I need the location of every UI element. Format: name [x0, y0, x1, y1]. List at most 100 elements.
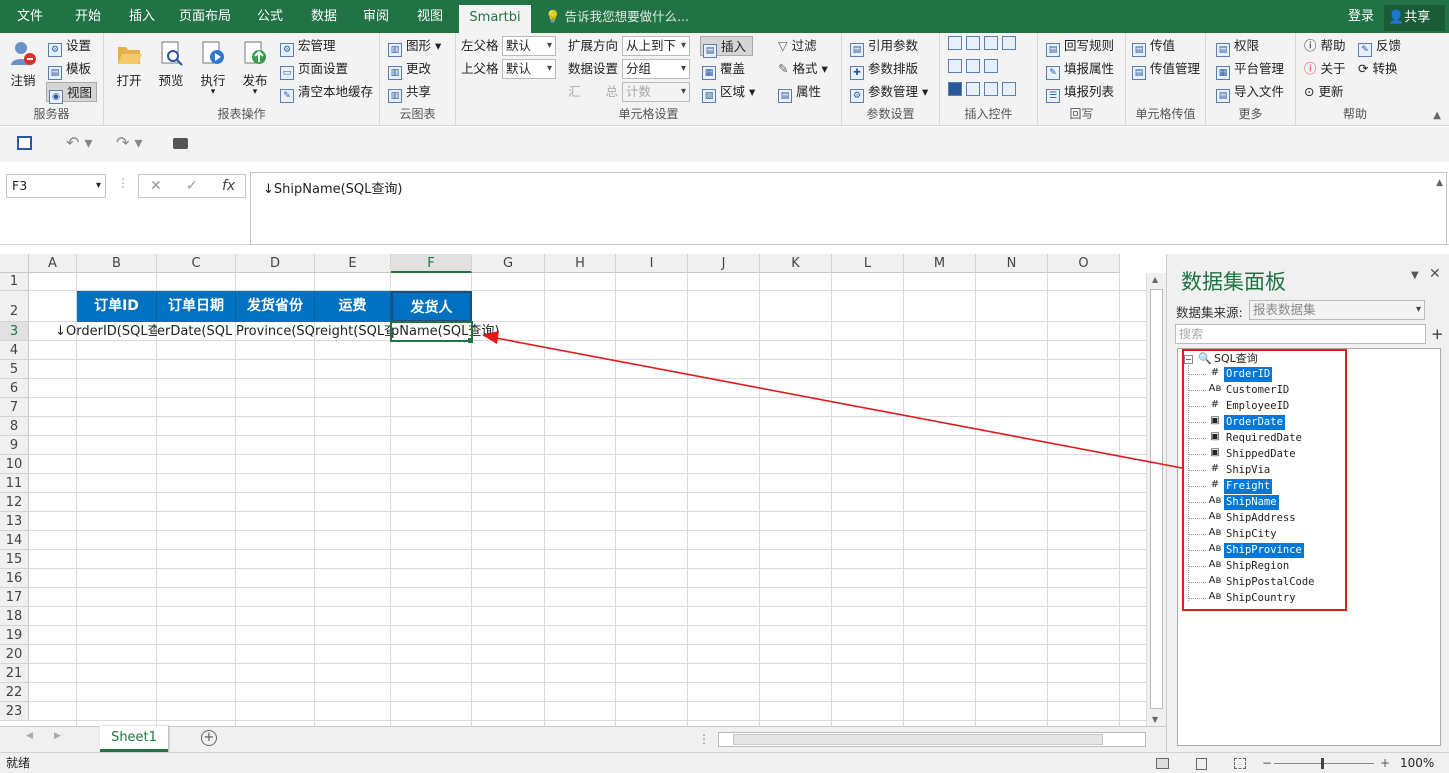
tab-insert[interactable]: 插入: [116, 0, 168, 33]
row-header-14[interactable]: 14: [0, 531, 29, 550]
about-button[interactable]: ⓘ 关于: [1304, 59, 1346, 79]
fill-property-button[interactable]: ✎ 填报属性: [1046, 59, 1114, 80]
tab-page-layout[interactable]: 页面布局: [172, 0, 238, 33]
cancel-icon[interactable]: ✕: [150, 175, 162, 197]
image-control-icon[interactable]: [984, 59, 998, 73]
scroll-down-icon[interactable]: ▼: [1152, 715, 1158, 724]
table-control-icon[interactable]: [948, 59, 962, 73]
page-setup-button[interactable]: ▭ 页面设置: [280, 59, 348, 80]
tab-file[interactable]: 文件: [8, 0, 52, 33]
formula-input[interactable]: ↓ShipName(SQL查询): [250, 172, 1447, 245]
text-control-icon[interactable]: [966, 59, 980, 73]
button-control-icon[interactable]: [1002, 82, 1016, 96]
radio-control-icon[interactable]: [966, 82, 980, 96]
update-button[interactable]: ⊙ 更新: [1304, 82, 1343, 102]
param-layout-button[interactable]: ✚ 参数排版: [850, 59, 918, 80]
row-header-15[interactable]: 15: [0, 550, 29, 569]
source-select[interactable]: 报表数据集: [1249, 300, 1425, 320]
collapse-ribbon-icon[interactable]: ▲: [1433, 110, 1441, 121]
platform-manage-button[interactable]: ▦ 平台管理: [1216, 59, 1284, 80]
h-scroll-thumb[interactable]: [733, 734, 1103, 745]
dataset-field-tree[interactable]: − 🔍 SQL查询 # OrderID Aʙ CustomerID # EmployeeI…: [1177, 348, 1441, 746]
data-setting-select[interactable]: 分组: [622, 59, 690, 79]
column-header-a[interactable]: A: [29, 254, 77, 273]
share-chart-button[interactable]: ▥ 共享: [388, 82, 431, 103]
zoom-slider[interactable]: [1274, 763, 1374, 764]
zoom-level[interactable]: 100%: [1400, 753, 1434, 773]
zoom-in-icon[interactable]: +: [1380, 753, 1390, 773]
row-header-22[interactable]: 22: [0, 683, 29, 702]
column-header-n[interactable]: N: [976, 254, 1048, 273]
pass-value-manage-button[interactable]: ▤ 传值管理: [1132, 59, 1200, 80]
column-header-c[interactable]: C: [157, 254, 236, 273]
page-break-view-icon[interactable]: [1234, 758, 1246, 769]
convert-button[interactable]: ⟳ 转换: [1358, 59, 1397, 79]
scroll-thumb[interactable]: [1150, 289, 1163, 709]
confirm-icon[interactable]: ✓: [186, 175, 198, 197]
row-header-12[interactable]: 12: [0, 493, 29, 512]
save-icon[interactable]: [17, 136, 32, 150]
header-cell-freight[interactable]: 运费: [315, 291, 391, 322]
macro-button[interactable]: ⚙ 宏管理: [280, 36, 336, 57]
next-sheet-icon[interactable]: ▶: [54, 731, 61, 741]
summary-select[interactable]: 计数: [622, 82, 690, 102]
cell-d3[interactable]: Province(SQ: [236, 322, 315, 341]
row-header-1[interactable]: 1: [0, 273, 29, 291]
checkbox-control-icon[interactable]: [948, 82, 962, 96]
login-link[interactable]: 登录: [1348, 0, 1374, 34]
left-parent-select[interactable]: 默认: [502, 36, 556, 56]
writeback-rule-button[interactable]: ▤ 回写规则: [1046, 36, 1114, 57]
row-header-17[interactable]: 17: [0, 588, 29, 607]
open-button[interactable]: 打开: [112, 35, 146, 89]
cell-c3[interactable]: erDate(SQL: [157, 322, 236, 341]
cell-e3[interactable]: reight(SQL查: [315, 322, 391, 341]
column-header-f[interactable]: F: [391, 254, 472, 273]
zoom-out-icon[interactable]: −: [1262, 753, 1272, 773]
column-header-d[interactable]: D: [236, 254, 315, 273]
select-all-corner[interactable]: [0, 254, 29, 273]
format-button[interactable]: ✎ 格式 ▾: [778, 59, 828, 79]
horizontal-scrollbar[interactable]: [718, 732, 1146, 747]
header-cell-shipper[interactable]: 发货人: [391, 291, 472, 322]
cell-b3[interactable]: OrderID(SQL查: [66, 322, 157, 341]
logout-button[interactable]: 注销: [6, 35, 40, 89]
page-layout-view-icon[interactable]: [1196, 758, 1207, 770]
region-button[interactable]: ▧ 区域 ▾: [702, 82, 755, 103]
execute-button[interactable]: 执行 ▾: [196, 35, 230, 97]
row-header-5[interactable]: 5: [0, 360, 29, 379]
pass-value-button[interactable]: ▤ 传值: [1132, 36, 1175, 57]
change-chart-button[interactable]: ▥ 更改: [388, 59, 431, 80]
tab-formulas[interactable]: 公式: [244, 0, 296, 33]
spreadsheet-grid[interactable]: ABCDEFGHIJKLMNO 1 2 3 4 5 6 7 8 9 10 11 12 13 14 15 16 1…: [0, 254, 1166, 726]
zoom-slider-thumb[interactable]: [1321, 758, 1324, 769]
row-header-7[interactable]: 7: [0, 398, 29, 417]
add-field-icon[interactable]: +: [1431, 325, 1444, 343]
camera-icon[interactable]: [173, 138, 188, 149]
expand-direction-select[interactable]: 从上到下: [622, 36, 690, 56]
column-header-m[interactable]: M: [904, 254, 976, 273]
fill-list-button[interactable]: ☰ 填报列表: [1046, 82, 1114, 103]
column-header-o[interactable]: O: [1048, 254, 1120, 273]
row-header-23[interactable]: 23: [0, 702, 29, 721]
formula-expand-icon[interactable]: ▲: [1436, 178, 1443, 188]
vertical-scrollbar[interactable]: ▲ ▼: [1146, 273, 1166, 726]
cell-f3[interactable]: pName(SQL查询): [391, 322, 511, 341]
row-header-21[interactable]: 21: [0, 664, 29, 683]
tab-view[interactable]: 视图: [404, 0, 456, 33]
column-header-b[interactable]: B: [77, 254, 157, 273]
row-header-9[interactable]: 9: [0, 436, 29, 455]
column-header-i[interactable]: I: [616, 254, 688, 273]
header-cell-order-id[interactable]: 订单ID: [77, 291, 157, 322]
row-header-20[interactable]: 20: [0, 645, 29, 664]
panel-close-icon[interactable]: ✕: [1429, 266, 1441, 282]
sheet-tab-sheet1[interactable]: Sheet1: [100, 726, 168, 752]
cover-mode-button[interactable]: ▦ 覆盖: [702, 59, 745, 80]
undo-icon[interactable]: ↶ ▾: [66, 133, 93, 152]
param-manage-button[interactable]: ⚙ 参数管理 ▾: [850, 82, 928, 103]
tell-me-box[interactable]: 💡 告诉我您想要做什么...: [545, 0, 689, 34]
column-header-l[interactable]: L: [832, 254, 904, 273]
listbox-control-icon[interactable]: [966, 36, 980, 50]
row-header-13[interactable]: 13: [0, 512, 29, 531]
insert-mode-button[interactable]: ▤ 插入: [700, 36, 754, 58]
label-control-icon[interactable]: [984, 82, 998, 96]
